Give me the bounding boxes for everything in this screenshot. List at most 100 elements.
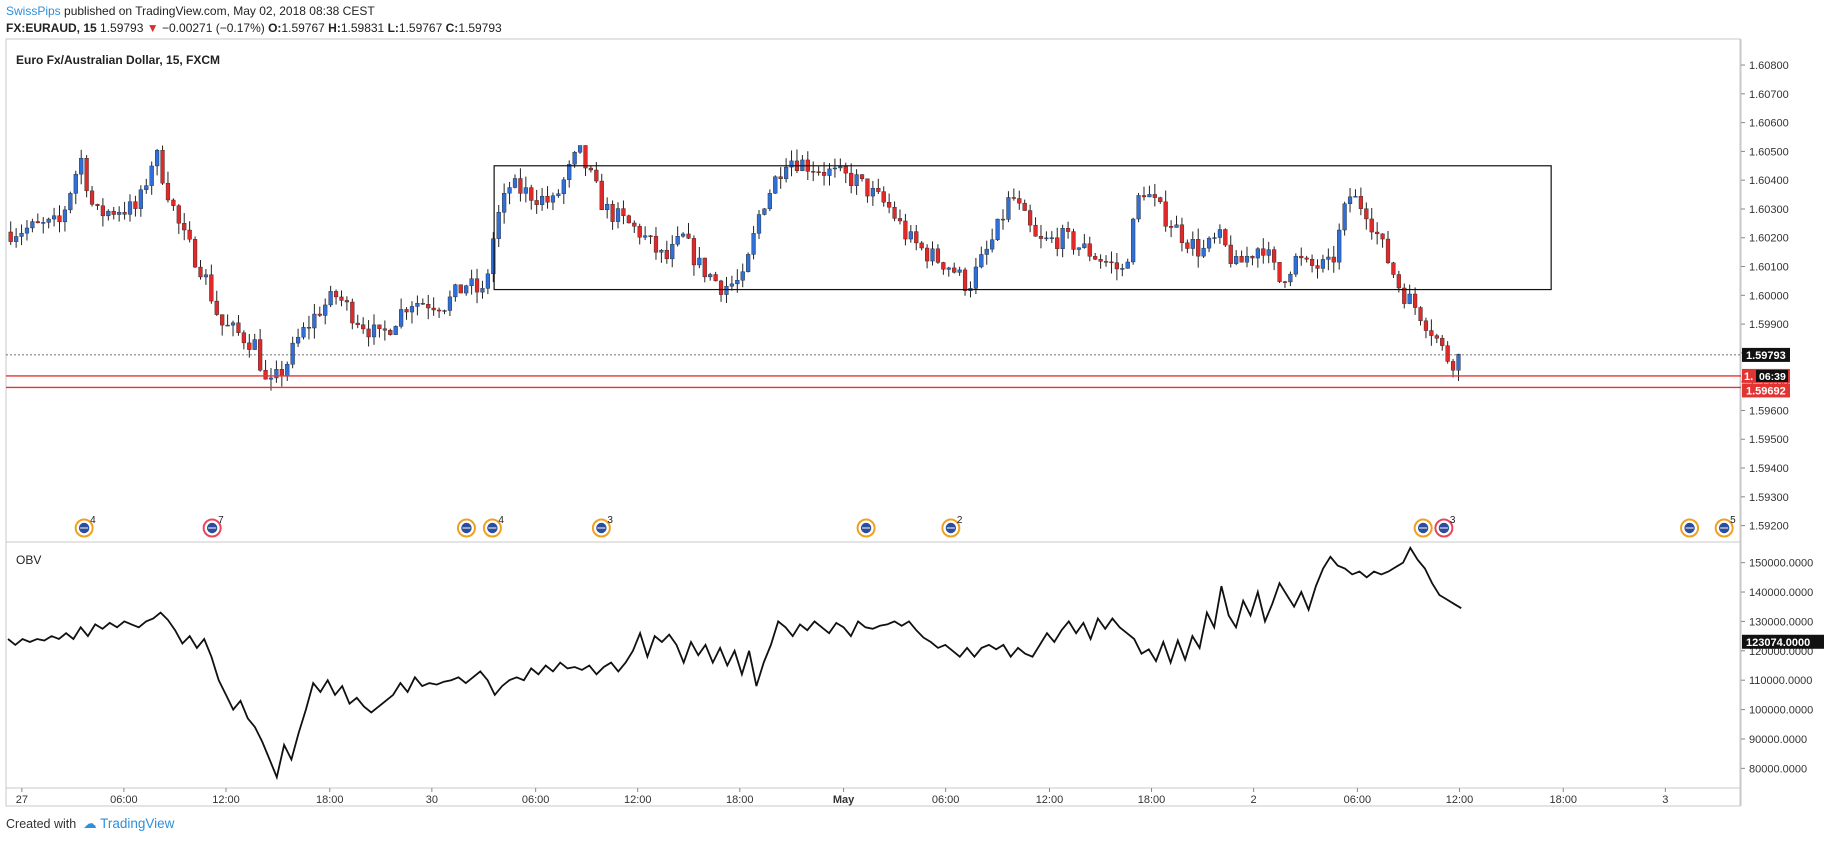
candle-up [1217,229,1223,238]
candle-up [464,285,469,294]
candle-up [1049,237,1054,239]
candle-down [1380,233,1385,240]
candle-down [1114,262,1119,270]
price-tick-label: 1.60400 [1749,175,1789,187]
candle-up [946,267,951,270]
time-tick-label: 06:00 [1344,794,1372,806]
last-price-label: 1.59793 [1746,350,1786,362]
candle-down [458,284,463,294]
time-tick-label: 06:00 [522,794,550,806]
candle-down [849,172,854,186]
event-count-label: 2 [957,515,963,526]
candle-down [111,210,116,215]
candle-down [1017,198,1022,204]
candle-down [1315,265,1320,269]
candle-down [1087,243,1092,257]
event-count-label: 4 [90,515,96,526]
time-tick-label: 06:00 [110,794,138,806]
candle-up [984,248,989,255]
candle-down [1022,202,1027,211]
candle-down [778,176,783,179]
candle-down [436,309,442,312]
time-axis[interactable]: 27 06:00 12:00 18:00 30 06:00 12:00 18:00 May 06:… [16,788,1669,806]
candle-up [393,326,398,335]
candle-down [1071,231,1076,250]
candle-down [952,267,957,273]
candle-up [1147,194,1152,198]
candle-up [729,283,734,287]
candle-down [1445,345,1450,362]
candle-up [767,193,772,210]
candle-down [377,324,382,329]
candle-up [442,310,447,312]
candle-down [653,235,659,253]
chart-canvas[interactable]: 4743235 1.608001.607001.606001.605001.60… [0,0,1824,844]
candle-up [409,306,415,313]
candle-up [24,227,30,234]
candle-down [816,171,821,173]
price-tick-label: 1.60300 [1749,204,1789,216]
candle-up [41,222,46,224]
candle-up [73,173,78,194]
candle-down [610,204,615,222]
candle-up [1212,237,1217,239]
candle-up [605,204,610,211]
candle-down [133,201,138,209]
candle-up [117,212,122,215]
time-tick-label: 12:00 [1446,794,1474,806]
candle-down [621,208,626,216]
candle-up [19,232,24,237]
candle-up [51,215,57,220]
candle-down [588,167,594,171]
candle-up [485,273,490,289]
candle-down [664,249,669,260]
candle-down [1185,242,1190,249]
candle-down [220,314,225,326]
candle-down [474,278,480,293]
time-tick-label: 18:00 [1550,794,1578,806]
overlays [6,165,1741,389]
candle-down [382,328,387,331]
candle-down [1228,244,1233,264]
time-tick-label: 12:00 [624,794,652,806]
candle-down [1434,335,1439,339]
candle-down [225,324,230,327]
price-axis[interactable]: 1.60800 1.60700 1.60600 1.60500 1.60400 1.603… [1741,60,1824,775]
price-tick-label: 1.60200 [1749,233,1789,245]
event-count-label: 4 [498,515,504,526]
time-tick-label: 18:00 [726,794,754,806]
candle-up [832,167,838,170]
obv-tick-label: 110000.0000 [1749,675,1812,687]
candle-down [648,235,653,237]
candle-down [1423,320,1429,331]
obv-title: OBV [16,553,41,567]
price-tick-label: 1.60000 [1749,290,1789,302]
candle-up [149,165,154,186]
candle-down [165,182,171,201]
candle-down [865,178,870,197]
candle-down [534,200,539,205]
candle-up [773,176,778,194]
candle-down [1055,237,1060,249]
candle-down [420,303,425,305]
candle-down [686,233,691,239]
candle-up [252,339,257,350]
candle-up [399,309,404,327]
tradingview-brand-link[interactable]: TradingView [100,816,174,831]
candle-down [35,221,40,224]
main-chart-title: Euro Fx/Australian Dollar, 15, FXCM [16,53,220,67]
candle-down [626,215,631,224]
event-markers[interactable]: 4 7 4 3 2 3 5 [74,515,1737,538]
event-count-label: 5 [1730,515,1736,526]
candle-up [556,193,561,196]
candle-up [1044,237,1049,240]
candle-down [100,205,105,217]
candle-down [962,269,968,291]
candle-down [317,313,322,316]
price-tick-label: 1.60500 [1749,146,1789,158]
candle-up [1120,268,1125,270]
candle-down [1065,228,1071,232]
candle-down [876,187,881,192]
candle-down [1391,262,1396,275]
candle-up [230,322,236,326]
